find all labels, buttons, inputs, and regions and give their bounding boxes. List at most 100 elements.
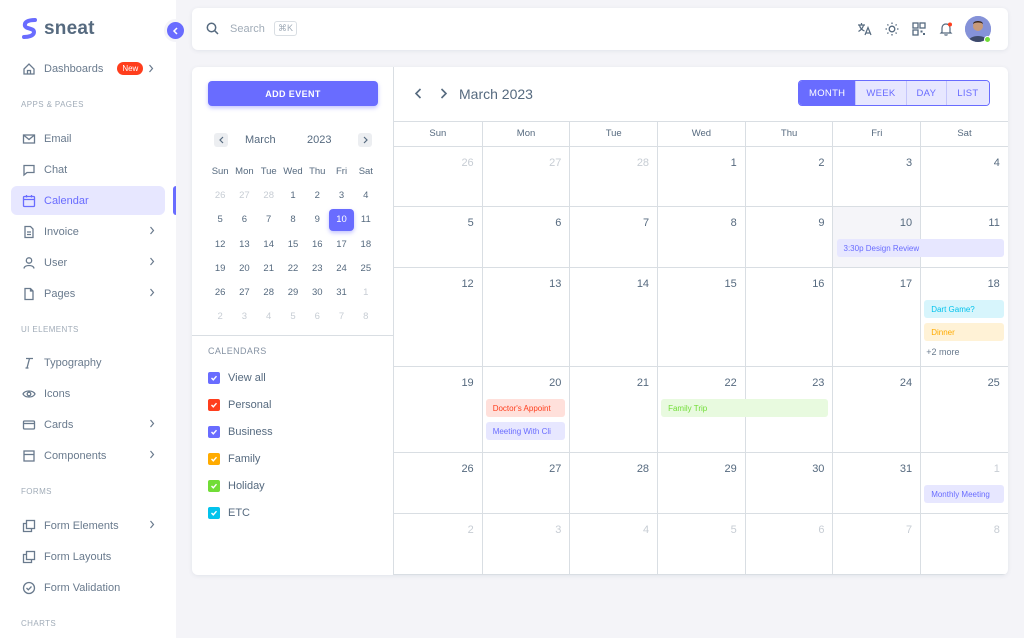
checkbox[interactable] [208, 480, 220, 492]
collapse-sidebar-button[interactable] [164, 19, 187, 42]
brand[interactable]: sneat [22, 18, 95, 40]
sun-icon[interactable] [885, 22, 899, 36]
filter-holiday[interactable]: Holiday [208, 480, 265, 492]
mini-day[interactable]: 5 [281, 311, 305, 322]
mini-day[interactable]: 25 [354, 263, 378, 274]
sidebar-item-user[interactable]: User [11, 248, 165, 277]
mini-day[interactable]: 16 [305, 239, 329, 250]
sidebar-item-typography[interactable]: Typography [11, 348, 165, 377]
day-cell[interactable]: 26 [394, 453, 482, 513]
mini-day[interactable]: 26 [208, 287, 232, 298]
mini-day[interactable]: 1 [281, 190, 305, 201]
checkbox[interactable] [208, 507, 220, 519]
mini-day[interactable]: 2 [305, 190, 329, 201]
day-cell[interactable]: 15 [657, 268, 745, 366]
mini-year-select[interactable]: 2023 [307, 134, 331, 146]
day-cell[interactable]: 8 [920, 514, 1008, 574]
mini-day[interactable]: 8 [354, 311, 378, 322]
mini-day[interactable]: 6 [232, 214, 256, 225]
mini-day[interactable]: 28 [257, 287, 281, 298]
bell-icon[interactable] [939, 22, 953, 36]
mini-day[interactable]: 31 [329, 287, 353, 298]
day-cell[interactable]: 13 [481, 268, 570, 366]
sidebar-item-calendar[interactable]: Calendar [11, 186, 165, 215]
day-cell[interactable]: 8 [657, 207, 745, 267]
sidebar-item-form-elements[interactable]: Form Elements [11, 511, 165, 540]
checkbox[interactable] [208, 453, 220, 465]
mini-day[interactable]: 12 [208, 239, 232, 250]
day-cell[interactable]: 27 [481, 453, 570, 513]
day-cell[interactable]: 31 [832, 453, 920, 513]
day-cell[interactable]: 7 [569, 207, 657, 267]
day-cell[interactable]: 4 [569, 514, 657, 574]
mini-day[interactable]: 26 [208, 190, 232, 201]
add-event-button[interactable]: ADD EVENT [208, 81, 378, 106]
mini-day[interactable]: 11 [354, 214, 378, 225]
day-cell[interactable]: 1 [657, 147, 745, 206]
day-cell[interactable]: 28 [569, 453, 657, 513]
calendar-event[interactable]: Doctor's Appoint [485, 399, 566, 417]
calendar-event[interactable]: Dinner [924, 323, 1004, 341]
mini-day[interactable]: 4 [354, 190, 378, 201]
mini-day[interactable]: 27 [232, 287, 256, 298]
calendar-event[interactable]: Meeting With Cli [485, 422, 566, 440]
day-cell[interactable]: 2 [394, 514, 482, 574]
search-input[interactable]: Search [230, 23, 265, 35]
mini-day[interactable]: 13 [232, 239, 256, 250]
filter-personal[interactable]: Personal [208, 399, 271, 411]
mini-day[interactable]: 2 [208, 311, 232, 322]
day-cell[interactable]: 16 [744, 268, 833, 366]
mini-prev-month-button[interactable] [214, 133, 228, 147]
day-cell[interactable]: 2 [744, 147, 833, 206]
sidebar-item-cards[interactable]: Cards [11, 410, 165, 439]
day-cell[interactable]: 3 [481, 514, 570, 574]
next-month-button[interactable] [439, 88, 448, 99]
filter-family[interactable]: Family [208, 453, 260, 465]
sidebar-item-dashboards[interactable]: Dashboards New [11, 54, 165, 83]
mini-day[interactable]: 7 [329, 311, 353, 322]
prev-month-button[interactable] [414, 88, 423, 99]
checkbox[interactable] [208, 372, 220, 384]
day-cell[interactable]: 14 [569, 268, 657, 366]
filter-view-all[interactable]: View all [208, 372, 266, 384]
mini-day[interactable]: 28 [257, 190, 281, 201]
mini-day[interactable]: 18 [354, 239, 378, 250]
day-cell[interactable]: 24 [832, 367, 920, 452]
view-day-button[interactable]: DAY [905, 81, 947, 105]
day-cell[interactable]: 6 [744, 514, 833, 574]
sidebar-item-chat[interactable]: Chat [11, 155, 165, 184]
day-cell[interactable]: 4 [920, 147, 1008, 206]
day-cell[interactable]: 5 [394, 207, 482, 267]
view-week-button[interactable]: WEEK [855, 81, 906, 105]
mini-day[interactable]: 7 [257, 214, 281, 225]
mini-day[interactable]: 1 [354, 287, 378, 298]
calendar-event[interactable]: 3:30p Design Review [836, 239, 1004, 257]
view-list-button[interactable]: LIST [946, 81, 989, 105]
mini-month-select[interactable]: March [245, 134, 276, 146]
mini-day[interactable]: 24 [329, 263, 353, 274]
sidebar-item-form-validation[interactable]: Form Validation [11, 573, 165, 602]
mini-day[interactable]: 20 [232, 263, 256, 274]
day-cell[interactable]: 21 [569, 367, 657, 452]
checkbox[interactable] [208, 426, 220, 438]
mini-next-month-button[interactable] [358, 133, 372, 147]
mini-day[interactable]: 9 [305, 214, 329, 225]
grid-icon[interactable] [912, 22, 926, 36]
mini-day[interactable]: 21 [257, 263, 281, 274]
mini-day[interactable]: 17 [329, 239, 353, 250]
day-cell[interactable]: 5 [657, 514, 745, 574]
sidebar-item-components[interactable]: Components [11, 441, 165, 470]
day-cell[interactable]: 11 [920, 207, 1008, 267]
mini-day[interactable]: 15 [281, 239, 305, 250]
filter-business[interactable]: Business [208, 426, 273, 438]
mini-day[interactable]: 6 [305, 311, 329, 322]
mini-day[interactable]: 3 [329, 190, 353, 201]
day-cell[interactable]: 6 [481, 207, 570, 267]
day-cell[interactable]: 30 [744, 453, 833, 513]
sidebar-item-pages[interactable]: Pages [11, 279, 165, 308]
day-cell[interactable]: 17 [832, 268, 920, 366]
sidebar-item-form-layouts[interactable]: Form Layouts [11, 542, 165, 571]
day-cell[interactable]: 25 [920, 367, 1008, 452]
today-cell[interactable]: 10 [832, 207, 921, 267]
sidebar-item-email[interactable]: Email [11, 124, 165, 153]
